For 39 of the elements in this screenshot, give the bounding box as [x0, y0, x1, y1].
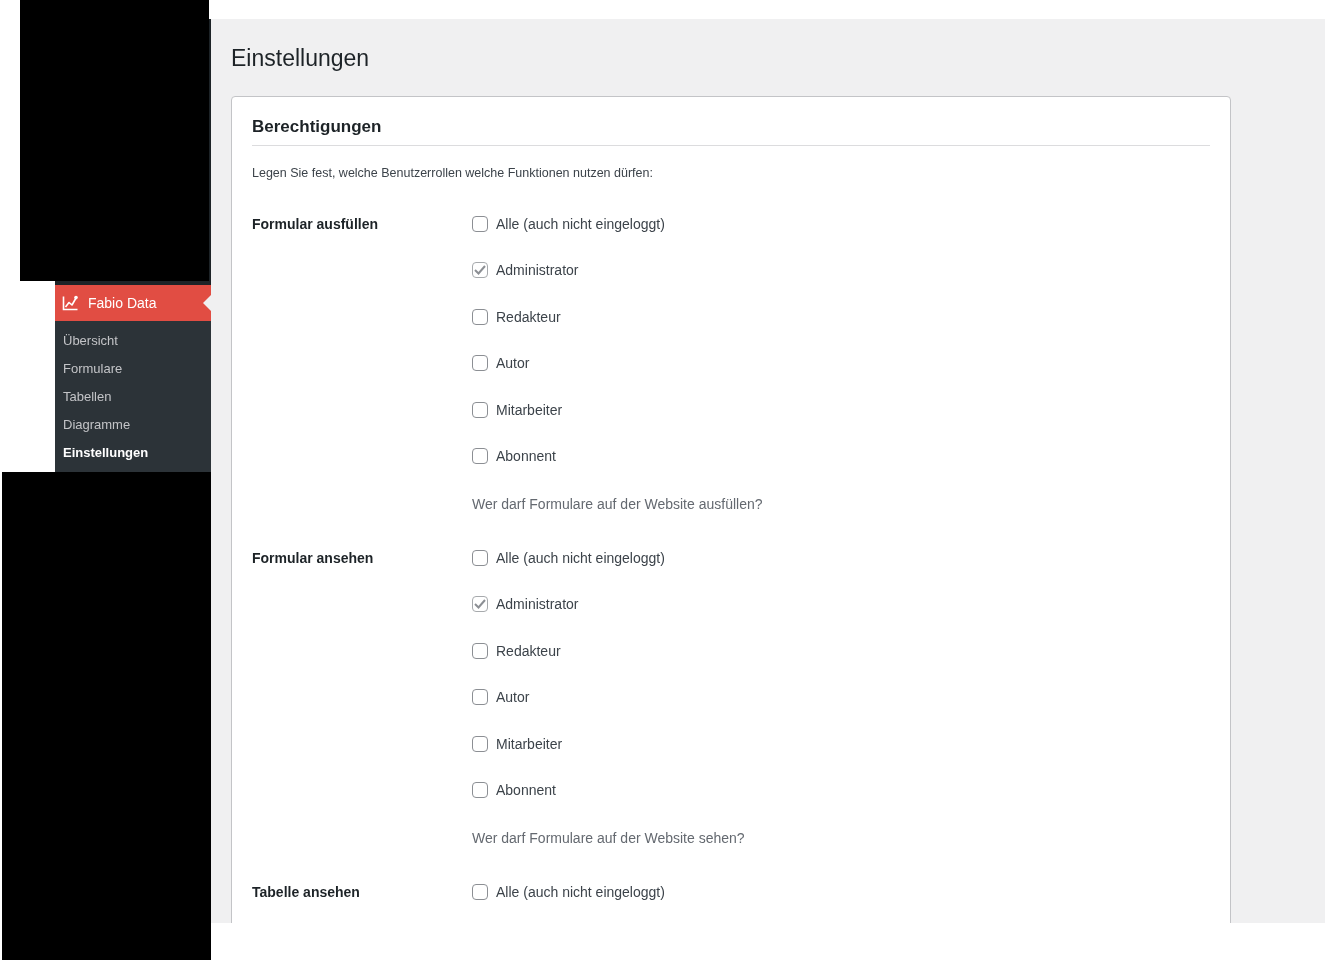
submenu-link[interactable]: Einstellungen	[55, 439, 211, 467]
option-label: Abonnent	[496, 780, 556, 800]
option-label: Redakteur	[496, 307, 561, 327]
submenu-link[interactable]: Formulare	[55, 355, 211, 383]
line-chart-icon	[62, 295, 79, 311]
submenu-link[interactable]: Tabellen	[55, 383, 211, 411]
checkbox[interactable]	[472, 549, 488, 566]
field-label: Formular ausfüllen	[252, 215, 380, 234]
submenu-link[interactable]: Diagramme	[55, 411, 211, 439]
checkbox[interactable]	[472, 355, 488, 372]
section-heading: Berechtigungen	[252, 116, 382, 138]
option-label: Redakteur	[496, 641, 561, 661]
option-label: Autor	[496, 354, 530, 374]
checkbox[interactable]	[472, 781, 488, 798]
option-label: Abonnent	[496, 446, 556, 466]
checkbox[interactable]	[472, 308, 488, 325]
checkbox[interactable]	[472, 216, 488, 232]
option-label: Administrator	[496, 261, 579, 281]
intro-text: Legen Sie fest, welche Benutzerrollen welche Funktionen nutzen dürfen:	[252, 165, 653, 182]
checkbox[interactable]	[472, 689, 488, 706]
option-label: Administrator	[496, 595, 579, 615]
option-label: Mitarbeiter	[496, 400, 563, 420]
checkbox[interactable]	[472, 401, 488, 418]
checkbox[interactable]	[472, 883, 488, 900]
field-description: Wer darf Formulare auf der Website ausfüllen?	[472, 494, 763, 514]
field-description: Wer darf Formulare auf der Website sehen?	[472, 828, 745, 848]
field-label: Tabelle ansehen	[252, 882, 361, 902]
checkbox[interactable]	[472, 642, 488, 659]
checkbox[interactable]	[472, 735, 488, 752]
submenu-link[interactable]: Übersicht	[55, 327, 211, 355]
option-label: Alle (auch nicht eingeloggt)	[496, 215, 665, 234]
checkbox[interactable]	[472, 447, 488, 464]
option-label: Alle (auch nicht eingeloggt)	[496, 548, 665, 568]
option-label: Alle (auch nicht eingeloggt)	[496, 882, 665, 902]
option-label: Mitarbeiter	[496, 734, 563, 754]
plugin-menu-link[interactable]: Fabio Data	[55, 285, 211, 321]
page-title: Einstellungen	[231, 44, 370, 73]
field-label: Formular ansehen	[252, 548, 375, 568]
option-label: Autor	[496, 688, 530, 708]
